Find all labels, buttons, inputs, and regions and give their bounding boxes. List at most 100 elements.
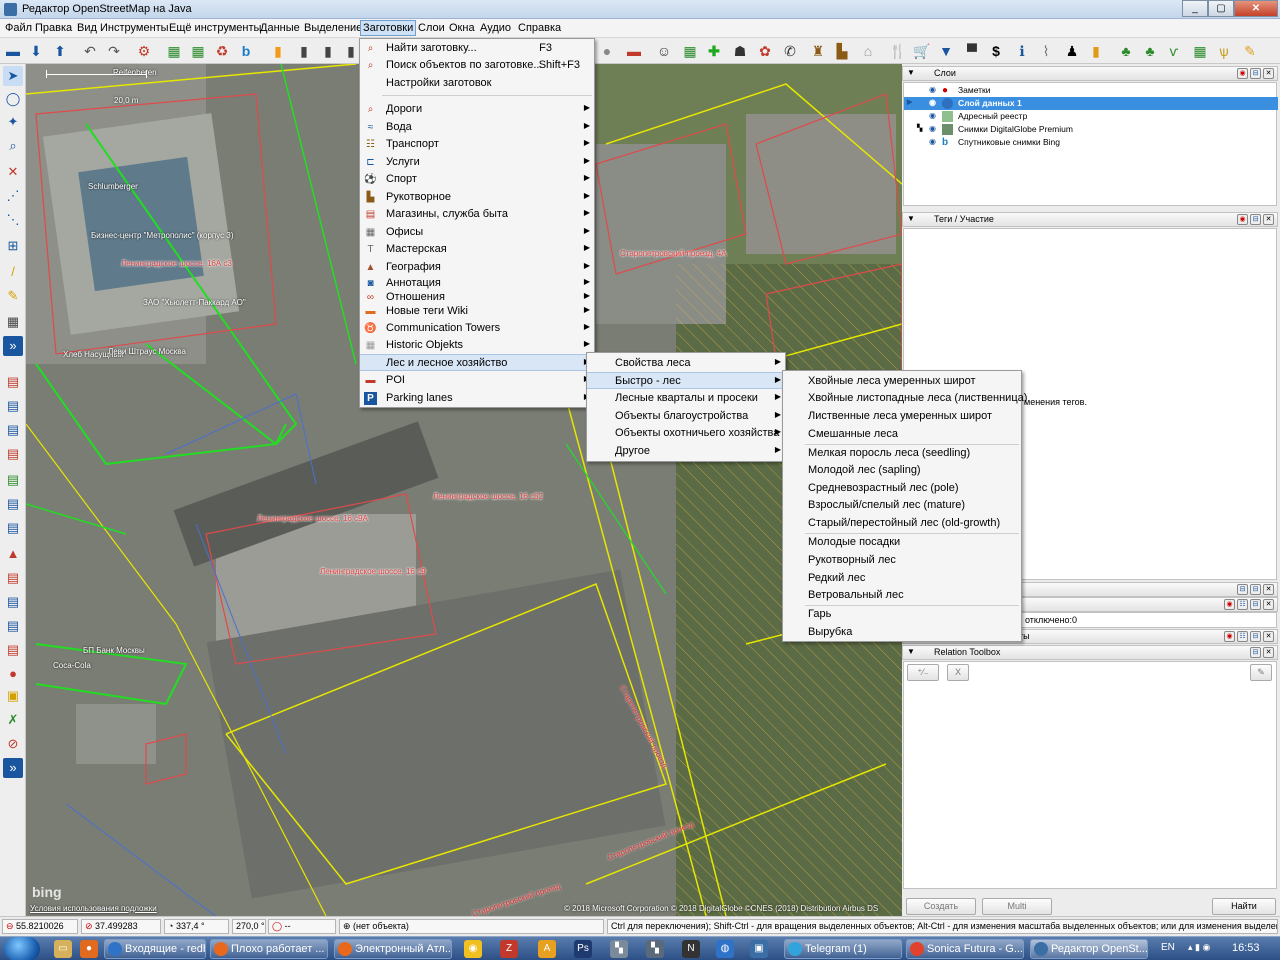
dialog-toggle3-icon[interactable]: ▤ — [3, 444, 23, 464]
panel-hide-icon[interactable]: ✕ — [1263, 647, 1274, 658]
crop-icon[interactable]: ✎ — [1240, 41, 1260, 61]
dialog-toggle10-icon[interactable]: ▤ — [3, 616, 23, 636]
menu-item-hunting[interactable]: Объекты охотничьего хозяйства ▶ — [587, 425, 785, 442]
forest-icon[interactable]: ♣ — [1140, 41, 1160, 61]
recycle-icon[interactable]: ♻ — [212, 41, 232, 61]
task-firefox-2[interactable]: Электронный Атл... — [334, 939, 452, 959]
farmland-icon[interactable]: ѱ — [1214, 41, 1234, 61]
layer-toggle-icon[interactable]: ▤ — [3, 372, 23, 392]
map-label-staropetrovsky-4a[interactable]: Старопетровский проезд, 4А — [620, 249, 727, 258]
dialog-toggle9-icon[interactable]: ▤ — [3, 592, 23, 612]
menu-item-historic[interactable]: ▦ Historic Objekts ▶ — [360, 337, 594, 354]
layer-bing[interactable]: ◉ b Спутниковые снимки Bing — [904, 136, 1278, 149]
restaurant-icon[interactable]: 🍴 — [888, 41, 908, 61]
map-label-16-c52[interactable]: Ленинградское шоссе, 16 с52 — [433, 492, 543, 501]
menu-item-forest[interactable]: Лес и лесное хозяйство▶ — [360, 354, 594, 371]
menu-item-other[interactable]: Другое ▶ — [587, 443, 785, 460]
undo-icon[interactable]: ↶ — [80, 41, 100, 61]
house-icon[interactable]: ⌂ — [858, 41, 878, 61]
circle-icon[interactable]: ● — [597, 41, 617, 61]
map-label-cocacola[interactable]: Coca-Cola — [53, 661, 91, 670]
draw-node-icon[interactable]: ✦ — [3, 112, 23, 132]
imagery-icon[interactable]: ▦ — [164, 41, 184, 61]
menu-item-communication-towers[interactable]: ♉ Communication Towers ▶ — [360, 320, 594, 337]
menu-item-parking-lanes[interactable]: PParking lanes▶ — [360, 390, 594, 407]
task-josm[interactable]: Редактор OpenSt... — [1030, 939, 1148, 959]
explorer-icon[interactable]: ▭ — [54, 940, 72, 958]
dialog-toggle14-icon[interactable]: ⊘ — [3, 734, 23, 754]
map-label-16-c9a[interactable]: Ленинградское шоссе, 16 с9А — [257, 514, 368, 523]
panel-detach-icon[interactable]: ⊟ — [1237, 584, 1248, 595]
eye-icon[interactable]: ◉ — [929, 98, 936, 107]
panel-hide-icon[interactable]: ✕ — [1263, 68, 1274, 79]
menu-item-mixed[interactable]: Смешанные леса — [783, 426, 1021, 443]
terms-link[interactable]: Условия использования подложки — [30, 904, 157, 913]
menu-item-windfall[interactable]: Ветровальный лес — [783, 587, 1021, 604]
panel-minimize-icon[interactable]: ⊟ — [1250, 584, 1261, 595]
dialog-toggle4-icon[interactable]: ▤ — [3, 470, 23, 490]
tree-icon[interactable]: ♣ — [1116, 41, 1136, 61]
menu-item-old-growth[interactable]: Старый/перестойный лес (old-growth) — [783, 515, 1021, 532]
dialog-toggle1-icon[interactable]: ▤ — [3, 396, 23, 416]
phone-icon[interactable]: ✆ — [780, 41, 800, 61]
filezilla-icon[interactable]: Z — [500, 940, 518, 958]
panel-detach-icon[interactable]: ⊟ — [1250, 631, 1261, 642]
menu-item-sparse-forest[interactable]: Редкий лес — [783, 570, 1021, 587]
extrude-icon[interactable]: ⊞ — [3, 236, 23, 256]
menu-item-coniferous[interactable]: Хвойные леса умеренных широт — [783, 373, 1021, 390]
menu-item-water[interactable]: ≈ Вода ▶ — [360, 119, 594, 136]
panel-close-icon[interactable]: ◉ — [1237, 68, 1248, 79]
flag-ru-icon[interactable]: ▬ — [624, 41, 644, 61]
menu-item-sapling[interactable]: Молодой лес (sapling) — [783, 462, 1021, 479]
clock[interactable]: 16:53 — [1232, 942, 1260, 954]
person-icon[interactable]: ♟ — [1062, 41, 1082, 61]
start-button[interactable] — [4, 937, 40, 960]
layer-digitalglobe[interactable]: ▚ ◉ Снимки DigitalGlobe Premium — [904, 123, 1278, 136]
menu-item-man-made[interactable]: ▙ Рукотворное ▶ — [360, 189, 594, 206]
app-icon-c[interactable]: ▚ — [646, 940, 664, 958]
menu-presets[interactable]: Заготовки — [360, 20, 417, 36]
clothes-icon[interactable]: ▼ — [936, 41, 956, 61]
photoshop-icon[interactable]: Ps — [574, 940, 592, 958]
edit-relation-icon[interactable]: ✎ — [1250, 664, 1272, 681]
menu-audio[interactable]: Аудио — [478, 21, 513, 35]
delete-tool-icon[interactable]: ✕ — [3, 162, 23, 182]
layer-data-1[interactable]: ▶ ◉ Слой данных 1 — [904, 97, 1278, 110]
panel-close-icon[interactable]: ◉ — [1224, 599, 1235, 610]
panel-close-icon[interactable]: ◉ — [1237, 214, 1248, 225]
filter-icon[interactable]: ▮ — [268, 41, 288, 61]
menu-item-craft[interactable]: T Мастерская ▶ — [360, 241, 594, 258]
clear-relation-button[interactable]: X — [947, 664, 969, 681]
create-button[interactable]: Создать — [906, 898, 976, 915]
pencil-icon[interactable]: ✎ — [3, 286, 23, 306]
menu-item-offices[interactable]: ▦ Офисы ▶ — [360, 224, 594, 241]
imagery2-icon[interactable]: ▦ — [188, 41, 208, 61]
menu-file[interactable]: Файл — [3, 21, 34, 35]
eye-icon[interactable]: ◉ — [929, 85, 936, 94]
map-label-bank[interactable]: БП Банк Москвы — [83, 646, 145, 655]
theatre-icon[interactable]: ☺ — [654, 41, 674, 61]
panel-hide-icon[interactable]: ✕ — [1263, 631, 1274, 642]
dialog-toggle8-icon[interactable]: ▤ — [3, 568, 23, 588]
menu-item-seedling[interactable]: Мелкая поросль леса (seedling) — [783, 445, 1021, 462]
grass-icon[interactable]: ѵ — [1164, 41, 1184, 61]
paperclip-icon[interactable]: ⌇ — [1036, 41, 1056, 61]
menu-item-pole[interactable]: Средневозрастный лес (pole) — [783, 480, 1021, 497]
notes-toggle-icon[interactable]: ● — [3, 664, 23, 684]
menu-item-mature[interactable]: Взрослый/спелый лес (mature) — [783, 497, 1021, 514]
language-indicator[interactable]: EN — [1161, 942, 1175, 953]
menu-item-amenities[interactable]: Объекты благоустройства ▶ — [587, 408, 785, 425]
preferences-icon[interactable]: ⚙ — [134, 41, 154, 61]
layer-notes[interactable]: ◉ ● Заметки — [904, 84, 1278, 97]
task-firefox-1[interactable]: Плохо работает ... — [210, 939, 328, 959]
eye-icon[interactable]: ◉ — [929, 111, 936, 120]
bing-icon[interactable]: b — [236, 41, 256, 61]
panel-detach-icon[interactable]: ⊟ — [1250, 599, 1261, 610]
menu-item-broadleaved[interactable]: Лиственные леса умеренных широт — [783, 408, 1021, 425]
task-sonica[interactable]: Sonica Futura - G... — [906, 939, 1024, 959]
menu-item-larch[interactable]: Хвойные листопадные леса (лиственница) — [783, 390, 1027, 407]
select-tool-icon[interactable]: ➤ — [3, 66, 23, 86]
upload-icon[interactable]: ⬆ — [50, 41, 70, 61]
zoom-tool-icon[interactable]: ⌕ — [3, 136, 23, 156]
panel-settings-icon[interactable]: ☷ — [1237, 631, 1248, 642]
